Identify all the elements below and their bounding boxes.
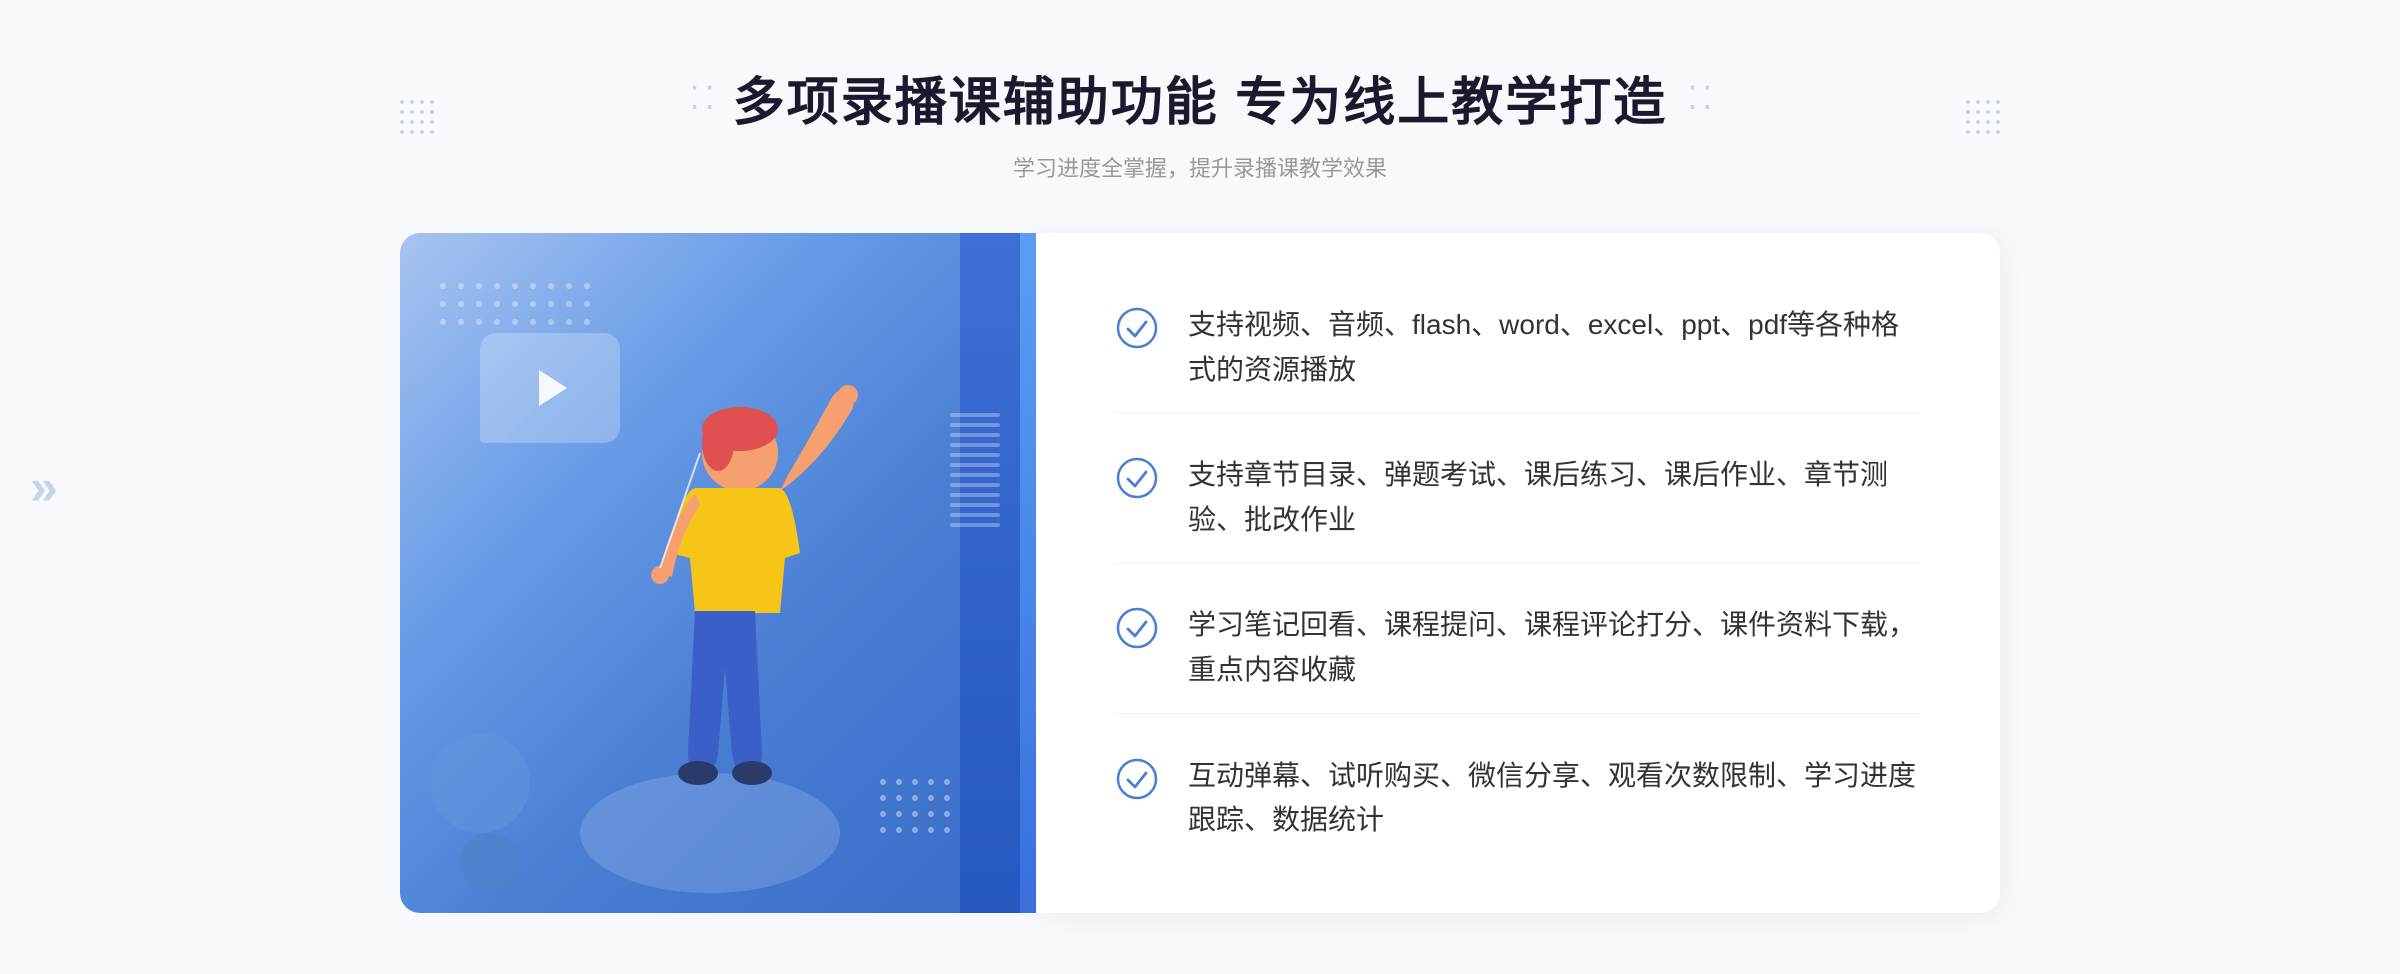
- content-panel: 支持视频、音频、flash、word、excel、ppt、pdf等各种格式的资源…: [1036, 233, 2000, 913]
- human-figure: [540, 373, 880, 913]
- accent-bar: [1020, 233, 1036, 913]
- bg-dots-tl: [400, 100, 434, 134]
- feature-item-4: 互动弹幕、试听购买、微信分享、观看次数限制、学习进度跟踪、数据统计: [1116, 734, 1920, 864]
- feature-text-1: 支持视频、音频、flash、word、excel、ppt、pdf等各种格式的资源…: [1188, 303, 1920, 393]
- feature-item-2: 支持章节目录、弹题考试、课后练习、课后作业、章节测验、批改作业: [1116, 433, 1920, 564]
- check-circle-icon-4: [1116, 758, 1158, 800]
- header-deco-right: ⁚ ⁚: [1687, 79, 1710, 117]
- header-deco-left: ⁚ ⁚: [690, 79, 713, 117]
- illustration-panel: [400, 233, 1020, 913]
- check-circle-icon-1: [1116, 307, 1158, 349]
- feature-item-1: 支持视频、音频、flash、word、excel、ppt、pdf等各种格式的资源…: [1116, 283, 1920, 414]
- feature-item-3: 学习笔记回看、课程提问、课程评论打分、课件资料下载，重点内容收藏: [1116, 583, 1920, 714]
- chevron-left-icon: »: [30, 458, 58, 516]
- bg-dots-tr: [1966, 100, 2000, 134]
- blue-strip: [960, 233, 1020, 913]
- main-title: 多项录播课辅助功能 专为线上教学打造: [733, 60, 1667, 135]
- header-decorators: ⁚ ⁚ 多项录播课辅助功能 专为线上教学打造 ⁚ ⁚: [690, 60, 1711, 135]
- sub-title: 学习进度全掌握，提升录播课教学效果: [690, 151, 1711, 183]
- header-section: ⁚ ⁚ 多项录播课辅助功能 专为线上教学打造 ⁚ ⁚ 学习进度全掌握，提升录播课…: [690, 0, 1711, 183]
- circle-deco-large: [430, 733, 530, 833]
- page-container: » ⁚ ⁚ 多项录播课辅助功能 专为线上教学打造 ⁚ ⁚ 学习进度全掌握，提升录…: [0, 0, 2400, 974]
- check-circle-icon-2: [1116, 457, 1158, 499]
- stripe-decoration: [950, 413, 1000, 533]
- check-circle-icon-3: [1116, 607, 1158, 649]
- feature-text-3: 学习笔记回看、课程提问、课程评论打分、课件资料下载，重点内容收藏: [1188, 603, 1920, 693]
- feature-text-2: 支持章节目录、弹题考试、课后练习、课后作业、章节测验、批改作业: [1188, 453, 1920, 543]
- circle-deco-small: [460, 833, 520, 893]
- content-area: 支持视频、音频、flash、word、excel、ppt、pdf等各种格式的资源…: [400, 233, 2000, 913]
- feature-text-4: 互动弹幕、试听购买、微信分享、观看次数限制、学习进度跟踪、数据统计: [1188, 754, 1920, 844]
